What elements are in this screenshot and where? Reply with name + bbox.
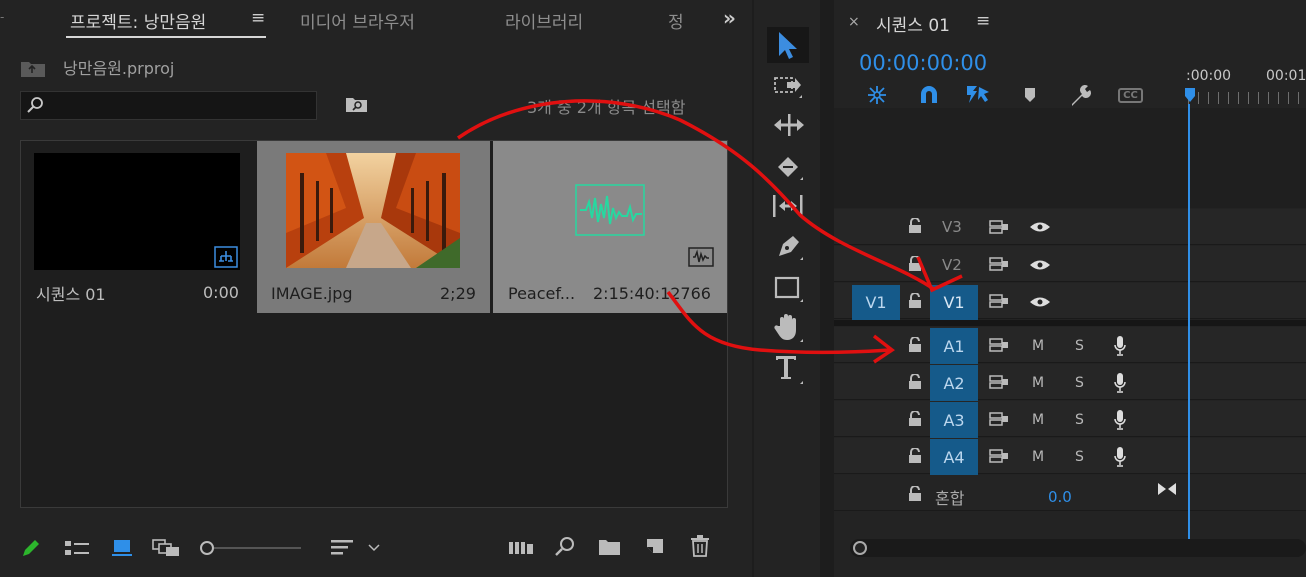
annotation-arrow-audio-to-a1 (666, 290, 891, 355)
annotation-arrows (457, 99, 963, 364)
annotation-arrow-image-to-v1 (457, 99, 937, 292)
